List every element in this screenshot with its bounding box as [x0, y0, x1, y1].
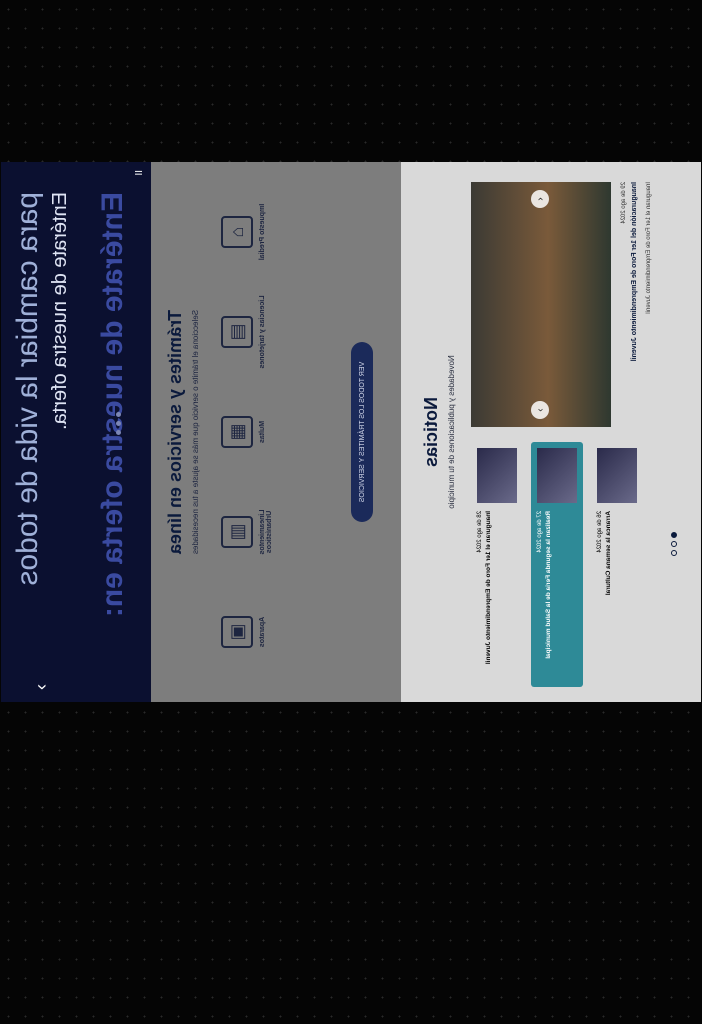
document-icon: ▣: [221, 616, 253, 648]
news-item[interactable]: 26 de ago 2024 Arranca la semana Cultura…: [591, 442, 643, 687]
news-list: 28 de ago 2024 Inauguran el 1er Foro de …: [471, 442, 643, 687]
hero-pause-icon[interactable]: II: [134, 170, 145, 176]
news-item[interactable]: 27 de ago 2024 Realizan la segunda Feria…: [531, 442, 583, 687]
website-screenshot: para cambiar la vida de todos Entérate d…: [1, 82, 701, 782]
featured-news-title[interactable]: Inauguración del 1er Foro de Emprendimie…: [631, 182, 638, 427]
website-page: para cambiar la vida de todos Entérate d…: [1, 162, 701, 702]
service-multas[interactable]: ▦ Multas: [221, 392, 273, 472]
featured-news-date: 29 de ago 2024: [621, 182, 627, 224]
hero-headline: Entérate de nuestra oferta en:: [96, 192, 129, 618]
news-title-text: Inauguran el 1er Foro de Emprendimiento …: [485, 511, 492, 665]
news-pagination[interactable]: [671, 532, 677, 556]
hero-subtitle: Entérate de nuestra oferta.: [49, 192, 71, 430]
hero-tagline: para cambiar la vida de todos: [11, 192, 44, 586]
service-aparatos[interactable]: ▣ Aparatos: [221, 592, 273, 672]
news-date: 27 de ago 2024: [537, 511, 543, 553]
prev-arrow-icon[interactable]: ‹: [531, 190, 549, 208]
news-subtitle: Novedades y publicaciones de tu municipi…: [447, 355, 456, 509]
tramites-title: Trámites y servicios en línea: [165, 309, 185, 555]
next-arrow-icon[interactable]: ›: [531, 401, 549, 419]
service-impuesto-predial[interactable]: ⌂ Impuesto Predial: [221, 192, 273, 272]
hero-dot[interactable]: [116, 421, 121, 426]
service-label: Licencias y tarjetones: [259, 295, 266, 369]
all-services-button[interactable]: VER TODOS LOS TRÁMITES Y SERVICIOS: [351, 342, 373, 522]
pager-dot[interactable]: [671, 541, 677, 547]
hero-dot[interactable]: [116, 412, 121, 417]
building-icon: ▦: [221, 416, 253, 448]
hero-next-arrow-icon[interactable]: ›: [31, 684, 52, 690]
service-label: Impuesto Predial: [259, 203, 266, 261]
featured-news-desc: Inauguran el 1er Foro de Emprendimiento …: [646, 182, 652, 314]
city-icon: ▥: [221, 516, 253, 548]
hero-banner: para cambiar la vida de todos Entérate d…: [1, 162, 151, 702]
news-title-text: Arranca la semana Cultural: [605, 511, 612, 596]
news-section: Noticias Novedades y publicaciones de tu…: [401, 162, 701, 702]
tramites-subtitle: Selecciona el trámite o servicio que más…: [191, 309, 200, 555]
house-icon: ⌂: [221, 216, 253, 248]
service-label: Multas: [259, 420, 266, 444]
pager-dot[interactable]: [671, 532, 677, 538]
hero-pagination[interactable]: [116, 412, 121, 435]
service-label: Lineamientos Urbanísticos: [259, 509, 273, 555]
news-date: 28 de ago 2024: [477, 511, 483, 553]
tramites-section: Trámites y servicios en línea Selecciona…: [151, 162, 401, 702]
services-row: ⌂ Impuesto Predial ▤ Licencias y tarjeto…: [221, 192, 273, 672]
hero-dot[interactable]: [116, 430, 121, 435]
news-thumbnail: [477, 448, 517, 503]
service-lineamientos[interactable]: ▥ Lineamientos Urbanísticos: [221, 492, 273, 572]
store-icon: ▤: [221, 316, 253, 348]
service-label: Aparatos: [259, 616, 266, 648]
news-thumbnail: [537, 448, 577, 503]
service-licencias[interactable]: ▤ Licencias y tarjetones: [221, 292, 273, 372]
pager-dot[interactable]: [671, 550, 677, 556]
news-thumbnail: [597, 448, 637, 503]
news-title: Noticias: [421, 396, 441, 468]
news-item[interactable]: 28 de ago 2024 Inauguran el 1er Foro de …: [471, 442, 523, 687]
featured-news[interactable]: ‹ › 29 de ago 2024 Inauguración del 1er …: [471, 182, 652, 427]
news-date: 26 de ago 2024: [597, 511, 603, 553]
desktop-background: para cambiar la vida de todos Entérate d…: [0, 0, 702, 1024]
news-title-text: Realizan la segunda Feria de la Salud mu…: [545, 511, 552, 659]
featured-news-photo: [471, 182, 611, 427]
